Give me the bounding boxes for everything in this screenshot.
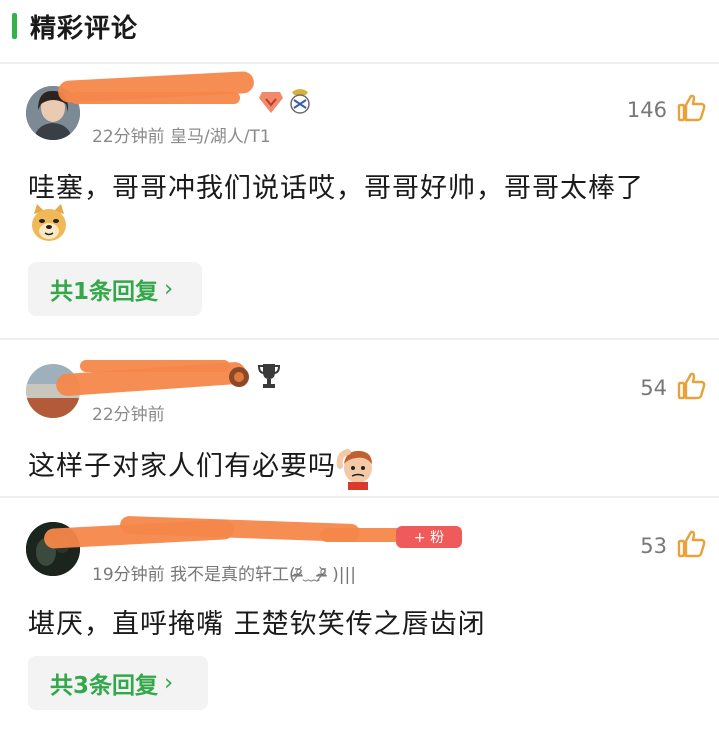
comment-meta: 22分钟前 <box>92 405 165 425</box>
comment-item: 22分钟前 皇马/湖人/T1 146 哇塞，哥哥冲我们说话哎，哥哥好帅，哥哥太棒… <box>0 62 719 338</box>
reply-count-label: 共1条回复 <box>50 279 159 305</box>
level-diamond-icon <box>259 92 283 113</box>
like-count: 54 <box>640 376 667 400</box>
doge-emoji-icon <box>32 204 66 241</box>
section-title: 精彩评论 <box>30 14 139 44</box>
view-replies-button[interactable]: 共1条回复 › <box>28 262 202 316</box>
comment-meta: 22分钟前 皇马/湖人/T1 <box>92 127 271 147</box>
comment-text: 这样子对家人们有必要吗 <box>28 444 380 490</box>
comment-text: 哇塞，哥哥冲我们说话哎，哥哥好帅，哥哥太棒了 <box>28 173 644 204</box>
trophy-icon <box>258 364 280 388</box>
chevron-right-icon: › <box>164 670 174 696</box>
comment-meta: 19分钟前 我不是真的轩工(ᵒ̴̶̷᷄﹏ᵒ̴̶̷᷅ )||| <box>92 565 356 585</box>
scratching-head-emoji-icon <box>336 448 372 490</box>
comment-text: 堪厌，直呼掩嘴 王楚钦笑传之唇齿闭 <box>28 609 486 640</box>
comment-text-body: 这样子对家人们有必要吗 <box>28 451 336 482</box>
redacted-username <box>70 92 240 104</box>
chevron-right-icon: › <box>164 276 174 302</box>
view-replies-button[interactable]: 共3条回复 › <box>28 656 208 710</box>
fan-badge-label: + 粉 <box>413 530 445 546</box>
like-count: 53 <box>640 534 667 558</box>
redacted-username <box>80 360 230 372</box>
comment-item: + 粉 19分钟前 我不是真的轩工(ᵒ̴̶̷᷄﹏ᵒ̴̶̷᷅ )||| 53 堪厌… <box>0 498 719 732</box>
real-madrid-crest-icon <box>290 89 310 114</box>
accent-bar <box>12 13 17 39</box>
level-badge-icon <box>229 367 249 387</box>
thumbs-up-icon[interactable] <box>677 372 707 400</box>
section-header: 精彩评论 <box>0 0 719 50</box>
thumbs-up-icon[interactable] <box>677 530 707 558</box>
like-count: 146 <box>626 98 667 122</box>
fan-badge: + 粉 <box>396 526 462 548</box>
comment-item: 22分钟前 54 这样子对家人们有必要吗 <box>0 340 719 496</box>
thumbs-up-icon[interactable] <box>677 94 707 122</box>
reply-count-label: 共3条回复 <box>50 673 159 699</box>
